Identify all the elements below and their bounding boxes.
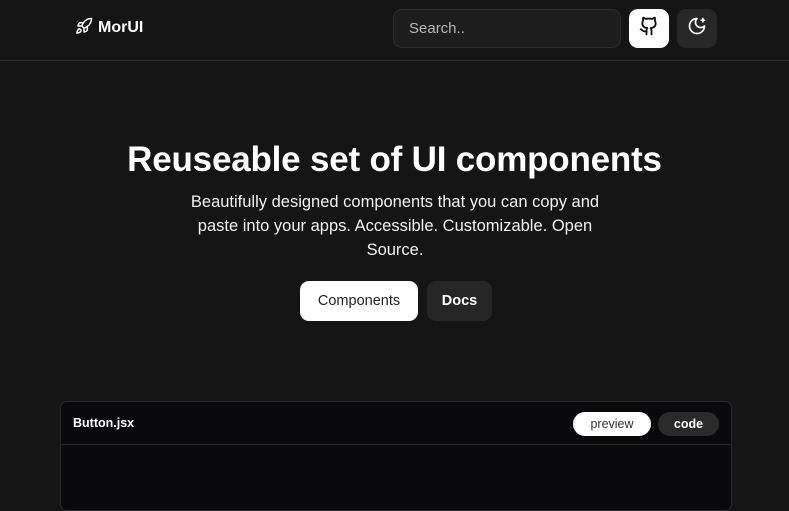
hero-title: Reuseable set of UI components [127,140,662,179]
moon-sparkle-icon [687,16,707,41]
code-preview-card: Button.jsx preview code [60,401,732,511]
brand-logo[interactable]: MorUI [75,17,143,39]
file-name: Button.jsx [73,416,135,430]
rocket-icon [75,17,93,40]
tab-preview[interactable]: preview [573,412,651,436]
card-header: Button.jsx preview code [61,402,731,445]
hero-subtitle: Beautifully designed components that you… [190,193,600,259]
github-button[interactable] [629,9,669,48]
top-navbar: MorUI [0,0,789,61]
brand-name: MorUI [98,19,144,36]
theme-toggle-button[interactable] [677,9,717,48]
components-button[interactable]: Components [300,281,418,321]
search-input[interactable] [393,9,621,48]
github-icon [639,16,659,41]
tab-code[interactable]: code [658,412,719,436]
docs-button[interactable]: Docs [427,281,492,321]
